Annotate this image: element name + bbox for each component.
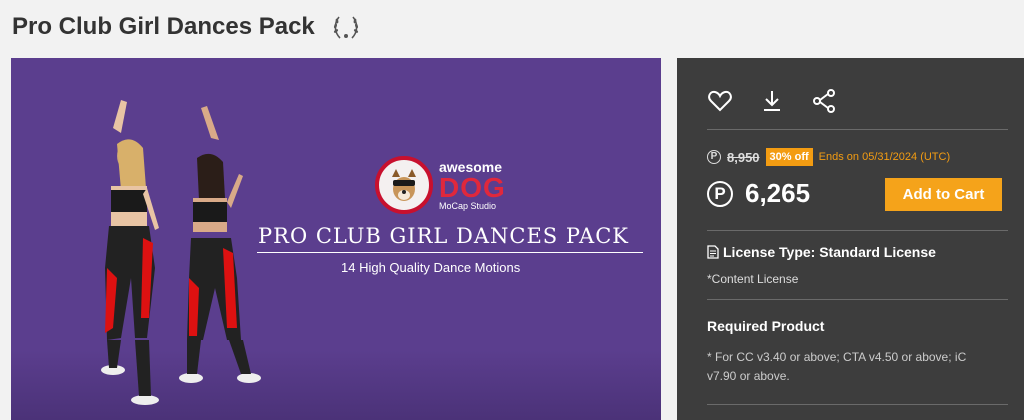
product-header: Pro Club Girl Dances Pack — [12, 12, 361, 42]
divider — [707, 129, 1008, 130]
banner-title: PRO CLUB GIRL DANCES PACK — [258, 224, 629, 248]
content-license-text: *Content License — [707, 272, 799, 286]
required-product-title: Required Product — [707, 318, 825, 334]
divider — [707, 230, 1008, 231]
dog-mascot-icon — [375, 156, 433, 214]
awesome-dog-logo: awesome DOG MoCap Studio — [375, 156, 506, 214]
required-product-text: * For CC v3.40 or above; CTA v4.50 or ab… — [707, 350, 967, 383]
point-currency-icon: P — [707, 150, 721, 164]
logo-dog-text: DOG — [439, 171, 506, 203]
dancers-illustration — [101, 100, 261, 405]
divider — [707, 299, 1008, 300]
current-price-row: P 6,265 — [707, 178, 810, 209]
product-banner-image: awesome DOG MoCap Studio PRO CLUB GIRL D… — [11, 58, 661, 420]
original-price: 8,950 — [727, 149, 760, 165]
license-type-label: License Type: Standard License — [723, 244, 936, 260]
document-icon — [707, 245, 719, 259]
share-icon[interactable] — [811, 88, 837, 114]
banner-divider — [257, 252, 643, 253]
original-price-row: P 8,950 30% off Ends on 05/31/2024 (UTC) — [707, 148, 950, 166]
add-to-cart-button[interactable]: Add to Cart — [885, 178, 1002, 211]
action-icons — [707, 88, 837, 114]
logo-mocap-text: MoCap Studio — [439, 200, 497, 211]
discount-badge: 30% off — [765, 148, 813, 166]
divider — [707, 404, 1008, 405]
point-currency-icon: P — [707, 180, 733, 207]
banner-subtitle: 14 High Quality Dance Motions — [341, 260, 521, 275]
sale-end-text: Ends on 05/31/2024 (UTC) — [818, 151, 951, 163]
license-type: License Type: Standard License — [707, 244, 936, 260]
laurel-wreath-icon — [333, 16, 358, 39]
page-title: Pro Club Girl Dances Pack — [12, 13, 315, 40]
download-icon[interactable] — [759, 88, 785, 114]
heart-icon[interactable] — [707, 88, 733, 114]
purchase-panel: P 8,950 30% off Ends on 05/31/2024 (UTC)… — [677, 58, 1024, 420]
current-price: 6,265 — [745, 178, 811, 208]
